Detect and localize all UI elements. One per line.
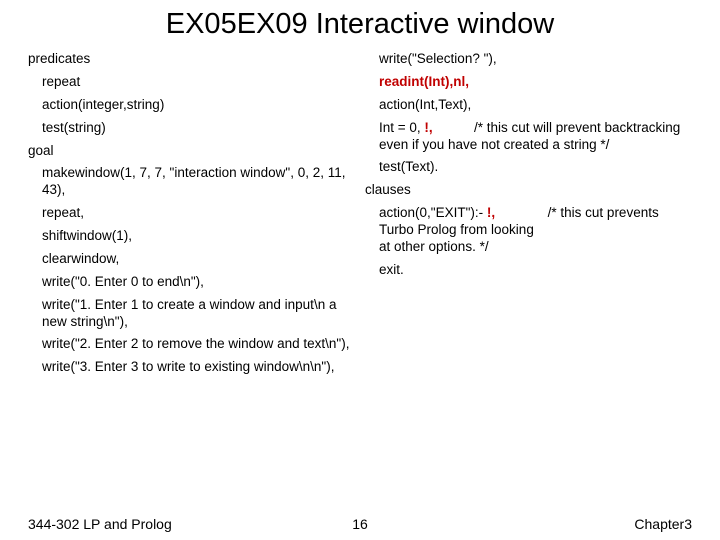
code-line: write("0. Enter 0 to end\n"), — [28, 274, 355, 291]
comment: at other options. */ — [379, 239, 489, 254]
code-line: test(string) — [28, 120, 355, 137]
highlight: !, — [487, 205, 495, 220]
content-columns: predicates repeat action(integer,string)… — [0, 45, 720, 382]
code-line: write("1. Enter 1 to create a window and… — [28, 297, 355, 331]
code-line: exit. — [365, 262, 692, 279]
code-line: clearwindow, — [28, 251, 355, 268]
code-line: test(Text). — [365, 159, 692, 176]
highlight: !, — [424, 120, 432, 135]
code-line: action(Int,Text), — [365, 97, 692, 114]
code-line: Int = 0, !, /* this cut will prevent bac… — [365, 120, 692, 154]
left-column: predicates repeat action(integer,string)… — [28, 45, 355, 382]
code-line: predicates — [28, 51, 355, 68]
code-line: write("3. Enter 3 to write to existing w… — [28, 359, 355, 376]
footer-right: Chapter3 — [634, 516, 692, 532]
code-line: readint(Int),nl, — [365, 74, 692, 91]
code-text: action(0,"EXIT"):- — [379, 205, 483, 220]
code-line: write("2. Enter 2 to remove the window a… — [28, 336, 355, 353]
code-line: repeat, — [28, 205, 355, 222]
right-column: write("Selection? "), readint(Int),nl, a… — [365, 45, 692, 382]
code-line: makewindow(1, 7, 7, "interaction window"… — [28, 165, 355, 199]
footer-left: 344-302 LP and Prolog — [28, 516, 172, 532]
code-line: write("Selection? "), — [365, 51, 692, 68]
code-line: action(0,"EXIT"):- !, /* this cut preven… — [365, 205, 692, 256]
highlight: readint(Int),nl, — [379, 74, 469, 89]
footer: 344-302 LP and Prolog 16 Chapter3 — [0, 516, 720, 532]
code-text: Int = 0, — [379, 120, 421, 135]
code-line: repeat — [28, 74, 355, 91]
page-number: 16 — [352, 516, 368, 532]
code-line: goal — [28, 143, 355, 160]
code-line: shiftwindow(1), — [28, 228, 355, 245]
page-title: EX05EX09 Interactive window — [0, 0, 720, 45]
code-line: clauses — [365, 182, 692, 199]
code-line: action(integer,string) — [28, 97, 355, 114]
